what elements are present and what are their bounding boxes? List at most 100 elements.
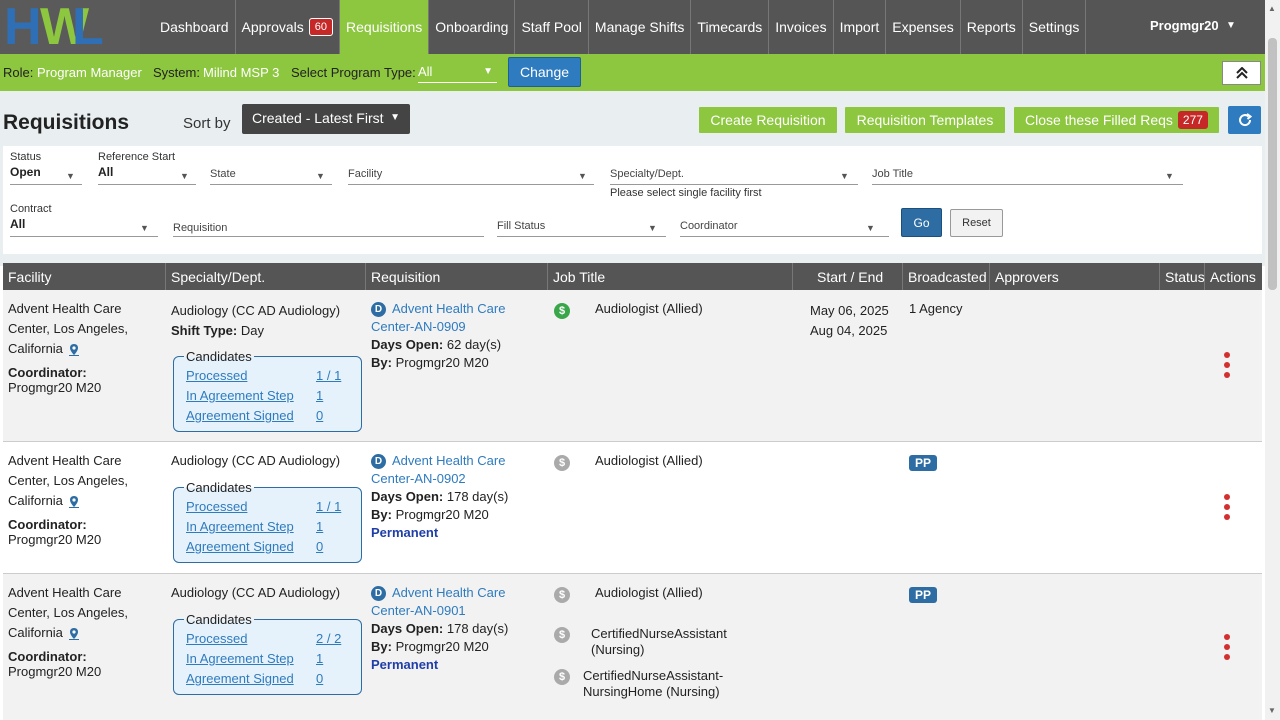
program-type-value: All bbox=[418, 64, 433, 79]
scroll-down-icon[interactable]: ▼ bbox=[1268, 706, 1276, 715]
processed-link[interactable]: Processed bbox=[186, 368, 247, 383]
requisition-link-cont[interactable]: Center-AN-0901 bbox=[371, 602, 508, 620]
agreement-signed-link[interactable]: Agreement Signed bbox=[186, 671, 294, 686]
requisition-link[interactable]: Advent Health Care bbox=[392, 585, 505, 600]
hwl-logo[interactable]: H W L bbox=[0, 0, 140, 54]
facility-line: Center, Los Angeles, bbox=[8, 605, 128, 620]
specialty-filter[interactable]: Specialty/Dept. bbox=[610, 168, 684, 180]
agreement-step-link[interactable]: In Agreement Step bbox=[186, 651, 294, 666]
agreement-signed-count[interactable]: 0 bbox=[316, 539, 323, 554]
agreement-signed-link[interactable]: Agreement Signed bbox=[186, 539, 294, 554]
requisition-input[interactable]: Requisition bbox=[173, 222, 227, 234]
more-actions-icon[interactable] bbox=[1224, 352, 1230, 380]
location-pin-icon[interactable] bbox=[68, 495, 79, 508]
nav-manage-shifts[interactable]: Manage Shifts bbox=[587, 0, 691, 54]
contract-filter[interactable]: Contract All bbox=[10, 203, 158, 231]
requisition-link[interactable]: Advent Health Care bbox=[392, 301, 505, 316]
job-title-line: CertifiedNurseAssistant bbox=[591, 626, 727, 641]
location-pin-icon[interactable] bbox=[68, 343, 79, 356]
processed-count[interactable]: 1 / 1 bbox=[316, 499, 341, 514]
vertical-scrollbar[interactable]: ▲ ▼ bbox=[1265, 0, 1280, 720]
state-filter[interactable]: State bbox=[210, 168, 236, 180]
requisition-link-cont[interactable]: Center-AN-0902 bbox=[371, 470, 508, 488]
job-title-multiline: CertifiedNurseAssistant (Nursing) bbox=[591, 626, 727, 658]
dollar-icon: $ bbox=[554, 303, 570, 319]
agreement-signed-count[interactable]: 0 bbox=[316, 671, 323, 686]
agreement-step-count[interactable]: 1 bbox=[316, 519, 323, 534]
close-filled-reqs-button[interactable]: Close these Filled Reqs 277 bbox=[1014, 107, 1219, 133]
user-caret-icon[interactable]: ▼ bbox=[1226, 20, 1236, 31]
nav-settings[interactable]: Settings bbox=[1021, 0, 1087, 54]
scroll-up-icon[interactable]: ▲ bbox=[1268, 4, 1276, 13]
facility-cell: Advent Health Care Center, Los Angeles, … bbox=[8, 451, 128, 547]
facility-underline bbox=[348, 184, 594, 185]
facility-filter[interactable]: Facility bbox=[348, 168, 382, 180]
nav-onboarding[interactable]: Onboarding bbox=[428, 0, 514, 54]
nav-label: Timecards bbox=[697, 19, 763, 35]
column-header-approvers[interactable]: Approvers bbox=[990, 263, 1160, 290]
nav-dashboard[interactable]: Dashboard bbox=[154, 0, 235, 54]
coordinator-filter[interactable]: Coordinator bbox=[680, 220, 737, 232]
agreement-step-count[interactable]: 1 bbox=[316, 388, 323, 403]
agreement-step-link[interactable]: In Agreement Step bbox=[186, 519, 294, 534]
fill-status-filter[interactable]: Fill Status bbox=[497, 220, 545, 232]
nav-label: Reports bbox=[966, 19, 1016, 35]
processed-link[interactable]: Processed bbox=[186, 499, 247, 514]
specialty-cell: Audiology (CC AD Audiology) Shift Type: … bbox=[171, 301, 340, 341]
column-header-status[interactable]: Status bbox=[1160, 263, 1205, 290]
column-header-actions[interactable]: Actions bbox=[1205, 263, 1262, 290]
chevron-down-icon: ▼ bbox=[1165, 171, 1174, 181]
program-type-select[interactable]: All ▼ bbox=[418, 62, 497, 83]
processed-link[interactable]: Processed bbox=[186, 631, 247, 646]
by-label: By: bbox=[371, 639, 392, 654]
specialty-name: Audiology (CC AD Audiology) bbox=[171, 585, 341, 600]
agreement-step-count[interactable]: 1 bbox=[316, 651, 323, 666]
column-header-specialty[interactable]: Specialty/Dept. bbox=[166, 263, 366, 290]
column-header-facility[interactable]: Facility bbox=[3, 263, 166, 290]
agreement-signed-count[interactable]: 0 bbox=[316, 408, 323, 423]
req-type-badge: D bbox=[371, 586, 386, 602]
system-value: Milind MSP 3 bbox=[203, 65, 280, 80]
specialty-hint: Please select single facility first bbox=[610, 187, 762, 199]
nav-reports[interactable]: Reports bbox=[959, 0, 1022, 54]
more-actions-icon[interactable] bbox=[1224, 634, 1230, 662]
job-title-filter[interactable]: Job Title bbox=[872, 168, 913, 180]
scrollbar-thumb[interactable] bbox=[1268, 38, 1277, 290]
nav-timecards[interactable]: Timecards bbox=[690, 0, 768, 54]
fill-status-underline bbox=[497, 236, 666, 237]
nav-invoices[interactable]: Invoices bbox=[768, 0, 832, 54]
column-header-requisition[interactable]: Requisition bbox=[366, 263, 548, 290]
nav-staff-pool[interactable]: Staff Pool bbox=[514, 0, 587, 54]
nav-expenses[interactable]: Expenses bbox=[885, 0, 959, 54]
requisition-link-cont[interactable]: Center-AN-0909 bbox=[371, 318, 505, 336]
job-title: Audiologist (Allied) bbox=[595, 301, 703, 316]
refresh-icon[interactable] bbox=[1228, 106, 1261, 134]
job-title: Audiologist (Allied) bbox=[595, 585, 703, 600]
location-pin-icon[interactable] bbox=[68, 627, 79, 640]
nav-requisitions[interactable]: Requisitions bbox=[339, 0, 429, 54]
requisition-templates-button[interactable]: Requisition Templates bbox=[845, 107, 1005, 133]
processed-count[interactable]: 1 / 1 bbox=[316, 368, 341, 383]
logo-letter-h: H bbox=[4, 0, 42, 56]
chevron-down-icon: ▼ bbox=[866, 223, 875, 233]
agreement-signed-link[interactable]: Agreement Signed bbox=[186, 408, 294, 423]
reset-button[interactable]: Reset bbox=[950, 209, 1003, 237]
nav-import[interactable]: Import bbox=[832, 0, 886, 54]
nav-approvals[interactable]: Approvals 60 bbox=[234, 0, 340, 54]
processed-count[interactable]: 2 / 2 bbox=[316, 631, 341, 646]
sort-select[interactable]: Created - Latest First ▼ bbox=[242, 104, 410, 134]
collapse-up-icon[interactable] bbox=[1222, 61, 1261, 85]
create-requisition-button[interactable]: Create Requisition bbox=[699, 107, 837, 133]
column-header-start-end[interactable]: Start / End bbox=[793, 263, 903, 290]
agreement-step-link[interactable]: In Agreement Step bbox=[186, 388, 294, 403]
go-button[interactable]: Go bbox=[901, 208, 942, 237]
more-actions-icon[interactable] bbox=[1224, 494, 1230, 522]
approvals-count-badge: 60 bbox=[308, 18, 334, 36]
column-header-broadcasted[interactable]: Broadcasted bbox=[903, 263, 990, 290]
created-by: Progmgr20 M20 bbox=[395, 507, 489, 522]
requisition-link[interactable]: Advent Health Care bbox=[392, 453, 505, 468]
user-menu[interactable]: Progmgr20 bbox=[1150, 18, 1219, 33]
days-open-label: Days Open: bbox=[371, 489, 444, 504]
change-button[interactable]: Change bbox=[508, 57, 581, 87]
column-header-job-title[interactable]: Job Title bbox=[548, 263, 793, 290]
